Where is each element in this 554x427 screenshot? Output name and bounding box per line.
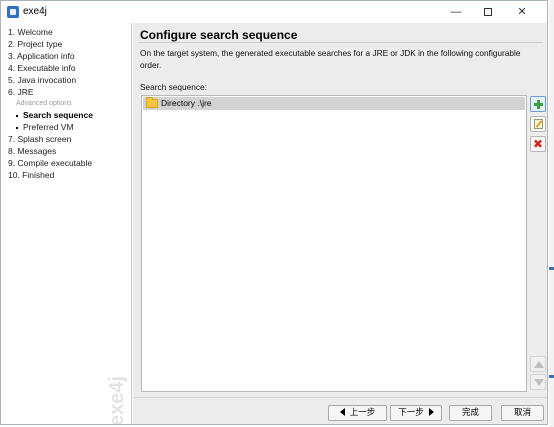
step-project-type[interactable]: 2. Project type <box>8 39 62 49</box>
delete-icon: ✖ <box>533 137 544 151</box>
exe4j-window: exe4j — ✕ 1. Welcome 2. Project type 3. … <box>0 0 548 425</box>
step-java-invocation[interactable]: 5. Java invocation <box>8 75 76 85</box>
cancel-button[interactable]: 取消 <box>501 405 544 421</box>
step-splash-screen[interactable]: 7. Splash screen <box>8 134 71 144</box>
step-jre[interactable]: 6. JRE <box>8 87 34 97</box>
triangle-right-icon <box>428 408 434 416</box>
back-button[interactable]: 上一步 <box>328 405 387 421</box>
step-finished[interactable]: 10. Finished <box>8 170 54 180</box>
step-executable-info[interactable]: 4. Executable info <box>8 63 76 73</box>
background-window-mark <box>549 267 554 270</box>
edit-entry-button[interactable] <box>530 116 546 132</box>
bullet-icon <box>16 114 18 117</box>
next-button-label: 下一步 <box>398 408 424 418</box>
title-bar: exe4j — ✕ <box>1 1 547 23</box>
step-application-info[interactable]: 3. Application info <box>8 51 75 61</box>
wizard-steps-sidebar: 1. Welcome 2. Project type 3. Applicatio… <box>1 23 132 424</box>
step-search-sequence-label: Search sequence <box>23 110 93 120</box>
step-messages[interactable]: 8. Messages <box>8 146 56 156</box>
minimize-button[interactable]: — <box>441 1 471 23</box>
list-item[interactable]: Directory .\jre <box>143 97 525 110</box>
add-entry-button[interactable] <box>530 96 546 112</box>
search-sequence-label: Search sequence: <box>140 82 207 92</box>
maximize-icon <box>484 8 492 17</box>
step-compile-executable[interactable]: 9. Compile executable <box>8 158 92 168</box>
list-item-label: Directory .\jre <box>161 98 212 108</box>
arrow-down-icon <box>534 379 544 386</box>
triangle-left-icon <box>339 408 345 416</box>
page-description: On the target system, the generated exec… <box>140 48 521 70</box>
main-panel: Configure search sequence On the target … <box>133 23 547 397</box>
step-preferred-vm[interactable]: Preferred VM <box>16 122 74 132</box>
arrow-up-icon <box>534 361 544 368</box>
watermark-text: exe4j <box>106 376 128 425</box>
search-sequence-list[interactable]: Directory .\jre <box>141 95 527 392</box>
finish-button[interactable]: 完成 <box>449 405 492 421</box>
folder-icon <box>146 97 158 108</box>
back-button-label: 上一步 <box>349 408 376 418</box>
edit-icon <box>534 119 543 129</box>
exe4j-watermark: exe4j <box>106 376 128 425</box>
move-down-button[interactable] <box>530 374 546 390</box>
plus-icon <box>534 100 543 109</box>
close-button[interactable]: ✕ <box>507 1 537 23</box>
step-welcome[interactable]: 1. Welcome <box>8 27 53 37</box>
background-window-edge <box>549 0 554 427</box>
background-window-mark <box>549 375 554 378</box>
bullet-icon <box>16 126 18 129</box>
page-title: Configure search sequence <box>140 28 298 42</box>
maximize-button[interactable] <box>473 1 503 23</box>
step-preferred-vm-label: Preferred VM <box>23 122 74 132</box>
step-search-sequence[interactable]: Search sequence <box>16 110 93 120</box>
advanced-options-label: Advanced options <box>16 100 72 107</box>
app-icon <box>7 6 19 18</box>
header-divider <box>138 42 543 43</box>
remove-entry-button[interactable]: ✖ <box>530 136 546 152</box>
wizard-button-bar: 上一步 下一步 完成 取消 <box>133 397 547 424</box>
window-title: exe4j <box>23 6 47 17</box>
move-up-button[interactable] <box>530 356 546 372</box>
next-button[interactable]: 下一步 <box>390 405 442 421</box>
